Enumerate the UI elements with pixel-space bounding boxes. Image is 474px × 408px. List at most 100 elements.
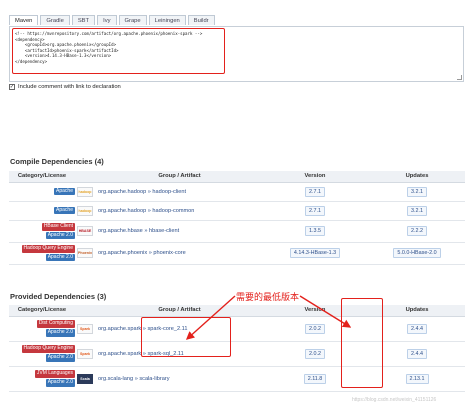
table-row: Apache hadoop org.apache.hadoop » hadoop… bbox=[9, 182, 465, 202]
column-logo bbox=[77, 305, 96, 317]
category-cell: HBase Client Apache 2.0 bbox=[9, 220, 77, 243]
update-link[interactable]: 2.2.2 bbox=[407, 226, 427, 236]
hadoop-logo: hadoop bbox=[77, 205, 93, 216]
version-cell: 4.14.3-HBase-1.3 bbox=[261, 242, 369, 265]
compile-dependencies-title: Compile Dependencies (4) bbox=[10, 157, 104, 166]
update-cell: 5.0.0-HBase-2.0 bbox=[369, 242, 465, 265]
highlight-box-versions bbox=[341, 298, 383, 388]
category-cell: JVM Languages Apache 2.0 bbox=[9, 366, 77, 392]
highlight-box-artifacts bbox=[141, 317, 231, 357]
tab-buildr[interactable]: Buildr bbox=[187, 15, 215, 25]
logo-cell: hadoop bbox=[77, 201, 96, 221]
include-comment-checkbox[interactable]: ✓ bbox=[9, 84, 15, 90]
phoenix-logo: Phoenix bbox=[77, 248, 93, 258]
column-logo bbox=[77, 171, 96, 183]
license-badge[interactable]: Apache 2.0 bbox=[45, 231, 75, 240]
logo-cell: Spark bbox=[77, 316, 96, 342]
include-comment-option[interactable]: ✓ Include comment with link to declarati… bbox=[9, 84, 121, 90]
version-cell: 2.7.1 bbox=[261, 201, 369, 221]
update-cell: 2.13.1 bbox=[369, 366, 465, 392]
logo-cell: HBASE bbox=[77, 220, 96, 243]
hadoop-logo: hadoop bbox=[77, 186, 93, 197]
artifact-link[interactable]: org.scala-lang » scala-library bbox=[96, 366, 261, 392]
update-link[interactable]: 3.2.1 bbox=[407, 186, 427, 197]
category-cell: Hadoop Query Engine Apache 2.0 bbox=[9, 242, 77, 265]
artifact-link[interactable]: org.apache.hadoop » hadoop-common bbox=[96, 201, 261, 221]
update-cell: 2.4.4 bbox=[369, 316, 465, 342]
column-updates: Updates bbox=[369, 171, 465, 183]
update-link[interactable]: 2.4.4 bbox=[407, 323, 427, 334]
license-badge[interactable]: Apache 2.0 bbox=[45, 329, 75, 337]
scala-logo: Scala bbox=[77, 373, 93, 384]
logo-cell: Scala bbox=[77, 366, 96, 392]
build-tool-tabs: Maven Gradle SBT Ivy Grape Leiningen Bui… bbox=[9, 15, 215, 25]
tab-sbt[interactable]: SBT bbox=[71, 15, 96, 25]
artifact-link[interactable]: org.apache.phoenix » phoenix-core bbox=[96, 242, 261, 265]
artifact-link[interactable]: org.apache.hadoop » hadoop-client bbox=[96, 182, 261, 202]
column-artifact: Group / Artifact bbox=[96, 171, 261, 183]
category-badge[interactable]: Hadoop Query Engine bbox=[21, 345, 75, 353]
tab-maven[interactable]: Maven bbox=[9, 15, 39, 25]
column-category: Category/License bbox=[9, 305, 77, 317]
version-link[interactable]: 2.0.2 bbox=[305, 323, 325, 334]
column-artifact: Group / Artifact bbox=[96, 305, 261, 317]
include-comment-label: Include comment with link to declaration bbox=[18, 84, 121, 90]
version-link[interactable]: 1.3.5 bbox=[305, 226, 325, 236]
table-row: Hadoop Query Engine Apache 2.0 Phoenix or… bbox=[9, 242, 465, 265]
version-cell: 1.3.5 bbox=[261, 220, 369, 243]
spark-logo: Spark bbox=[77, 348, 93, 359]
category-badge[interactable]: JVM Languages bbox=[34, 370, 75, 378]
update-link[interactable]: 5.0.0-HBase-2.0 bbox=[393, 248, 441, 258]
license-badge[interactable]: Apache bbox=[54, 206, 75, 215]
column-version: Version bbox=[261, 171, 369, 183]
hbase-logo: HBASE bbox=[77, 226, 93, 236]
license-badge[interactable]: Apache 2.0 bbox=[45, 354, 75, 362]
table-row: HBase Client Apache 2.0 HBASE org.apache.… bbox=[9, 220, 465, 243]
category-badge[interactable]: Dist Computing bbox=[36, 320, 75, 328]
update-cell: 2.4.4 bbox=[369, 341, 465, 367]
logo-cell: hadoop bbox=[77, 182, 96, 202]
table-row: Hadoop Query Engine Apache 2.0 Spark org.… bbox=[9, 341, 465, 367]
category-cell: Apache bbox=[9, 182, 77, 202]
table-header-row: Category/License Group / Artifact Versio… bbox=[9, 305, 465, 317]
compile-dependencies-table: Category/License Group / Artifact Versio… bbox=[9, 171, 465, 265]
update-cell: 2.2.2 bbox=[369, 220, 465, 243]
table-row: JVM Languages Apache 2.0 Scala org.scala-… bbox=[9, 366, 465, 392]
resize-handle[interactable] bbox=[457, 75, 462, 80]
update-link[interactable]: 3.2.1 bbox=[407, 205, 427, 216]
category-badge[interactable]: HBase Client bbox=[41, 222, 75, 231]
logo-cell: Phoenix bbox=[77, 242, 96, 265]
category-cell: Hadoop Query Engine Apache 2.0 bbox=[9, 341, 77, 367]
tab-ivy[interactable]: Ivy bbox=[97, 15, 117, 25]
tab-leiningen[interactable]: Leiningen bbox=[148, 15, 186, 25]
tab-grape[interactable]: Grape bbox=[118, 15, 147, 25]
category-badge[interactable]: Hadoop Query Engine bbox=[21, 244, 75, 253]
license-badge[interactable]: Apache 2.0 bbox=[45, 379, 75, 387]
version-link[interactable]: 2.7.1 bbox=[305, 186, 325, 197]
update-link[interactable]: 2.4.4 bbox=[407, 348, 427, 359]
version-link[interactable]: 2.11.8 bbox=[303, 373, 327, 384]
update-cell: 3.2.1 bbox=[369, 182, 465, 202]
column-updates: Updates bbox=[369, 305, 465, 317]
table-row: Apache hadoop org.apache.hadoop » hadoop… bbox=[9, 201, 465, 221]
update-link[interactable]: 2.13.1 bbox=[405, 373, 429, 384]
license-badge[interactable]: Apache 2.0 bbox=[45, 253, 75, 262]
version-cell: 2.7.1 bbox=[261, 182, 369, 202]
category-cell: Apache bbox=[9, 201, 77, 221]
spark-logo: Spark bbox=[77, 323, 93, 334]
version-link[interactable]: 2.7.1 bbox=[305, 205, 325, 216]
highlight-box-snippet bbox=[12, 28, 225, 74]
category-cell: Dist Computing Apache 2.0 bbox=[9, 316, 77, 342]
provided-dependencies-table: Category/License Group / Artifact Versio… bbox=[9, 305, 465, 392]
logo-cell: Spark bbox=[77, 341, 96, 367]
license-badge[interactable]: Apache bbox=[54, 187, 75, 196]
version-link[interactable]: 2.0.2 bbox=[305, 348, 325, 359]
table-header-row: Category/License Group / Artifact Versio… bbox=[9, 171, 465, 183]
tab-gradle[interactable]: Gradle bbox=[40, 15, 70, 25]
artifact-link[interactable]: org.apache.hbase » hbase-client bbox=[96, 220, 261, 243]
update-cell: 3.2.1 bbox=[369, 201, 465, 221]
provided-dependencies-title: Provided Dependencies (3) bbox=[10, 292, 107, 301]
version-link[interactable]: 4.14.3-HBase-1.3 bbox=[289, 248, 341, 258]
annotation-label: 需要的最低版本 bbox=[236, 293, 300, 303]
column-category: Category/License bbox=[9, 171, 77, 183]
